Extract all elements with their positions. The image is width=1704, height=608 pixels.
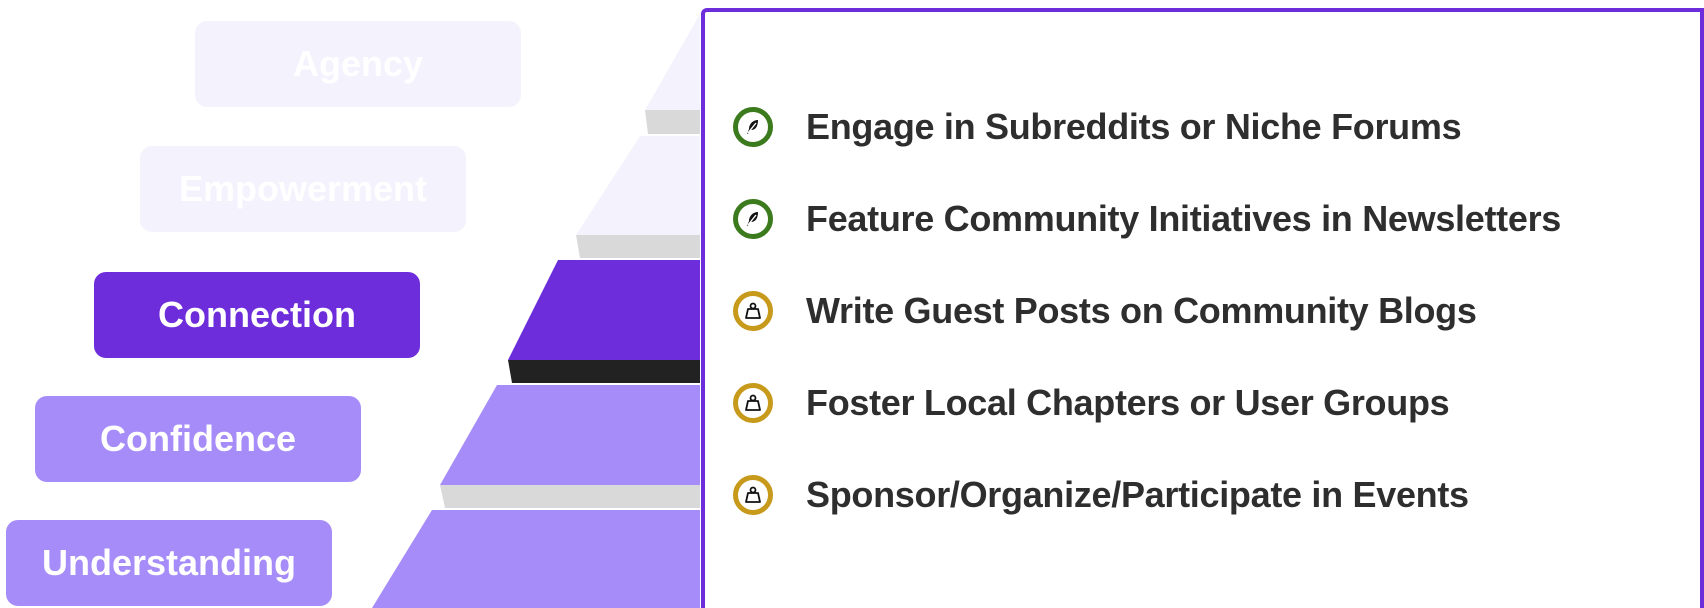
level-label-text: Understanding <box>41 542 296 583</box>
tactic-text: Foster Local Chapters or User Groups <box>806 382 1450 423</box>
level-label-text: Connection <box>158 294 356 335</box>
tactic-text: Engage in Subreddits or Niche Forums <box>806 106 1462 147</box>
tactic-item: Engage in Subreddits or Niche Forums <box>733 106 1462 148</box>
tactic-item: Write Guest Posts on Community Blogs <box>733 290 1477 332</box>
pyramid-step-confidence-edge <box>440 485 700 508</box>
feather-icon <box>733 199 773 239</box>
tactic-item: Sponsor/Organize/Participate in Events <box>733 474 1469 516</box>
tactic-text: Sponsor/Organize/Participate in Events <box>806 474 1469 515</box>
pyramid-step-empowerment <box>576 136 700 235</box>
level-label-text: Empowerment <box>178 168 428 209</box>
pyramid-step-connection[interactable] <box>508 260 700 360</box>
tactic-text: Write Guest Posts on Community Blogs <box>806 290 1477 331</box>
weight-icon <box>733 475 773 515</box>
pyramid-step-empowerment-edge <box>576 235 700 258</box>
tactic-text: Feature Community Initiatives in Newslet… <box>806 198 1561 239</box>
level-label-confidence[interactable]: Confidence <box>35 396 361 482</box>
feather-icon <box>733 107 773 147</box>
level-label-connection[interactable]: Connection <box>94 272 420 358</box>
pyramid-step-agency <box>645 14 700 110</box>
level-label-understanding[interactable]: Understanding <box>6 520 332 606</box>
tactic-item: Feature Community Initiatives in Newslet… <box>733 198 1561 240</box>
level-label-text: Confidence <box>99 418 296 459</box>
level-label-empowerment[interactable]: Empowerment <box>140 146 466 232</box>
weight-icon <box>733 291 773 331</box>
level-label-text: Agency <box>292 43 424 84</box>
pyramid-step-agency-edge <box>645 110 700 134</box>
weight-icon <box>733 383 773 423</box>
level-label-agency[interactable]: Agency <box>195 21 521 107</box>
pyramid-diagram: Agency Empowerment Connection Confidence… <box>0 0 1704 608</box>
pyramid-step-connection-edge <box>508 360 700 383</box>
pyramid-step-confidence[interactable] <box>440 385 700 485</box>
tactics-panel: Engage in Subreddits or Niche Forums Fea… <box>701 8 1704 608</box>
tactic-item: Foster Local Chapters or User Groups <box>733 382 1450 424</box>
pyramid-step-understanding[interactable] <box>372 510 700 608</box>
